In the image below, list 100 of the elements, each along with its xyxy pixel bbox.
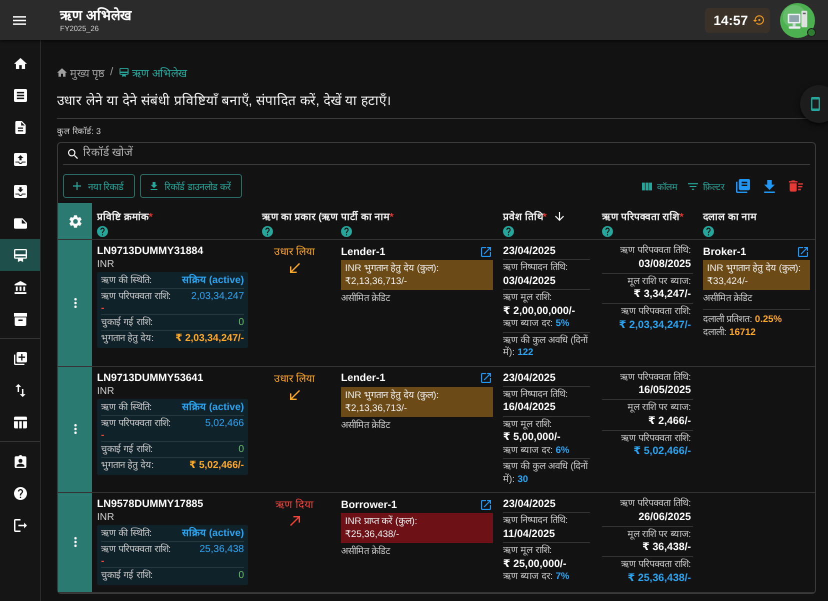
help-icon[interactable] xyxy=(262,226,273,237)
swap-vertical-icon xyxy=(14,384,26,396)
maturity-label: मूल राशि पर ब्याज: xyxy=(626,276,691,288)
column-header[interactable]: प्रवेश तिथि* xyxy=(503,209,547,223)
column-header[interactable]: पार्टी का नाम* xyxy=(341,209,394,223)
nav-item[interactable] xyxy=(0,239,40,271)
credit-limit-label: असीमित क्रेडिट xyxy=(341,292,392,305)
detail-text: ऋण ब्याज दर: 6% xyxy=(503,444,570,457)
page-title: ऋण अभिलेख xyxy=(60,6,131,24)
maturity-value: ₹ 3,34,247/- xyxy=(632,288,691,301)
search-icon xyxy=(68,148,78,158)
delete-icon[interactable] xyxy=(789,179,803,193)
breadcrumb-link[interactable]: ऋण अभिलेख xyxy=(119,64,188,80)
summary-note: - xyxy=(101,430,106,440)
tray-up-arrow-icon xyxy=(14,152,26,166)
membership-card-icon xyxy=(119,68,130,76)
detail-label: ऋण मूल राशि: xyxy=(503,292,553,304)
detail-text: ऋण ब्याज दर: 5% xyxy=(503,318,570,330)
summary-value: सक्रिय (active) xyxy=(182,400,244,414)
balance-label: INR प्राप्त करें (कुल): xyxy=(345,515,418,528)
summary-note: - xyxy=(101,557,106,567)
loan-type-label: उधार लिया xyxy=(274,245,315,259)
breadcrumb-link[interactable]: मुख्य पृष्ठ xyxy=(57,64,104,80)
table-settings-button[interactable] xyxy=(58,203,92,239)
download-icon[interactable] xyxy=(764,180,775,192)
help-icon[interactable] xyxy=(97,226,108,237)
bank-icon xyxy=(14,280,26,294)
open-in-new-icon[interactable] xyxy=(481,246,491,256)
more-options-icon[interactable] xyxy=(74,298,76,308)
download-records-button[interactable]: रिकॉर्ड डाउनलोड करें xyxy=(140,174,242,198)
loan-type-label: ऋण दिया xyxy=(276,498,314,512)
summary-value: 0 xyxy=(238,442,244,456)
detail-value: 11/04/2025 xyxy=(503,528,556,541)
help-icon[interactable] xyxy=(602,226,613,237)
new-record-button[interactable]: नया रिकार्ड xyxy=(63,174,135,198)
sort-descending-icon[interactable] xyxy=(554,212,564,220)
detail-text: ऋण ब्याज दर: 7% xyxy=(503,571,570,584)
column-header[interactable]: ऋण का प्रकार (ऋण xyxy=(262,209,338,223)
detail-label: ऋण निष्पादन तिथि: xyxy=(503,262,569,274)
more-options-icon[interactable] xyxy=(74,424,76,434)
maturity-value: ₹ 25,36,438/- xyxy=(626,572,691,584)
floating-action-button[interactable] xyxy=(800,85,828,123)
maturity-value: ₹ 2,03,34,247/- xyxy=(618,318,691,332)
filter-button[interactable]: फ़िल्टर xyxy=(688,180,725,192)
detail-label: ऋण मूल राशि: xyxy=(503,418,553,431)
search-field[interactable]: रिकॉर्ड खोजें xyxy=(83,144,810,163)
summary-value: 25,36,438 xyxy=(200,543,244,556)
party-name: Lender-1 xyxy=(341,372,386,384)
clock-button[interactable]: 14:57 xyxy=(705,8,770,32)
maturity-value: ₹ 2,466/- xyxy=(647,414,691,428)
membership-card-icon xyxy=(14,248,26,262)
detail-label: ऋण निष्पादन तिथि: xyxy=(503,388,569,401)
commission-text: दलाली प्रतिशत: 0.25% xyxy=(703,313,783,326)
detail-value: ₹ 2,00,00,000/- xyxy=(503,304,576,318)
column-header[interactable]: प्रविष्टि क्रमांक* xyxy=(97,209,153,223)
menu-icon[interactable] xyxy=(13,16,26,24)
computer-avatar-icon[interactable] xyxy=(780,2,815,38)
column-header[interactable]: दलाल का नाम xyxy=(703,209,757,223)
columns-icon xyxy=(642,182,652,190)
mobile-phone-icon xyxy=(810,97,820,111)
arrow-down-left-icon xyxy=(290,390,300,400)
open-in-new-icon[interactable] xyxy=(798,246,808,256)
summary-value: 0 xyxy=(238,569,244,582)
entry-date: 23/04/2025 xyxy=(503,372,557,386)
open-in-new-icon[interactable] xyxy=(481,500,491,510)
maturity-label: मूल राशि पर ब्याज: xyxy=(626,402,691,414)
help-icon[interactable] xyxy=(503,226,514,237)
balance-amount: ₹33,424/- xyxy=(707,275,749,288)
archive-box-icon xyxy=(14,312,26,326)
help-icon[interactable] xyxy=(341,226,352,237)
open-in-new-icon[interactable] xyxy=(481,373,491,383)
columns-button[interactable]: कॉलम xyxy=(642,180,677,192)
credit-limit-label: असीमित क्रेडिट xyxy=(703,292,754,305)
summary-label: ऋण की स्थिति: xyxy=(101,400,152,414)
broker-name: Broker-1 xyxy=(703,246,746,258)
balance-amount: ₹25,36,438/- xyxy=(345,528,400,541)
maturity-value: 16/05/2025 xyxy=(637,384,691,397)
column-header[interactable]: ऋण परिपक्वता राशि* xyxy=(602,209,684,223)
credit-limit-label: असीमित क्रेडिट xyxy=(341,418,392,432)
balance-label: INR भुगतान हेतु देय (कुल): xyxy=(707,262,802,275)
currency-code: INR xyxy=(97,258,116,271)
more-options-icon[interactable] xyxy=(74,537,76,548)
document-icon xyxy=(14,120,26,134)
entry-date: 23/04/2025 xyxy=(503,498,557,512)
maturity-value: 26/06/2025 xyxy=(637,510,691,524)
maturity-label: ऋण परिपक्वता राशि: xyxy=(620,432,691,445)
documents-icon[interactable] xyxy=(736,179,750,193)
help-icon[interactable] xyxy=(703,226,714,237)
summary-value: ₹ 5,02,466/- xyxy=(189,458,244,472)
summary-label: ऋण परिपक्वता राशि: xyxy=(101,416,171,430)
party-name: Lender-1 xyxy=(341,246,386,258)
filter-icon xyxy=(688,182,698,190)
maturity-label: मूल राशि पर ब्याज: xyxy=(626,528,691,541)
currency-code: INR xyxy=(97,511,116,524)
download-icon xyxy=(150,182,158,190)
add-stack-icon xyxy=(14,352,26,364)
maturity-label: ऋण परिपक्वता तिथि: xyxy=(619,498,691,510)
summary-label: ऋण की स्थिति: xyxy=(101,274,152,287)
summary-note: - xyxy=(101,304,106,314)
detail-text: ऋण की कुल अवधि (दिनों में): 122 xyxy=(503,334,589,360)
